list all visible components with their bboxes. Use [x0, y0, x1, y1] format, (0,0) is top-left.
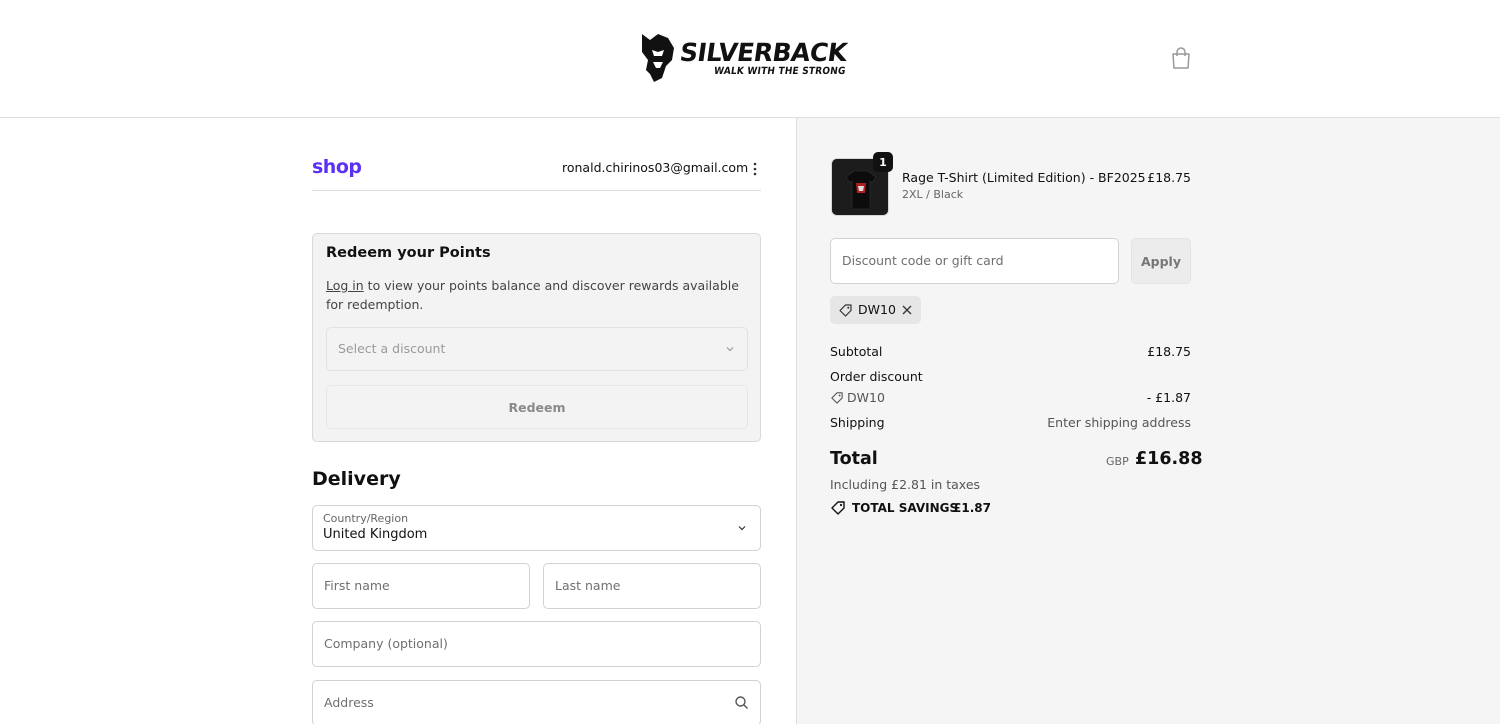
subtotal-value: £18.75 [1147, 344, 1191, 359]
site-header: SILVERBACK WALK WITH THE STRONG [0, 0, 1500, 118]
product-variant: 2XL / Black [902, 188, 964, 201]
discount-code-input[interactable]: Discount code or gift card [830, 238, 1119, 284]
shop-pay-logo: shop [312, 156, 362, 178]
address-field[interactable]: Address [312, 680, 761, 724]
last-name-field[interactable]: Last name [543, 563, 761, 609]
total-savings-value: £1.87 [953, 501, 991, 515]
redeem-button[interactable]: Redeem [326, 385, 748, 429]
discount-select[interactable]: Select a discount [326, 327, 748, 371]
subtotal-label: Subtotal [830, 344, 883, 359]
redeem-points-card: Redeem your Points Log in to view your p… [312, 233, 761, 442]
savings-tag-icon [831, 501, 845, 515]
order-discount-label: Order discount [830, 369, 923, 384]
shipping-value: Enter shipping address [1047, 415, 1191, 430]
country-label: Country/Region [323, 512, 409, 525]
total-value: £16.88 [1135, 449, 1203, 469]
brand-logo[interactable]: SILVERBACK WALK WITH THE STRONG [638, 28, 864, 88]
login-link[interactable]: Log in [326, 278, 364, 293]
brand-name: SILVERBACK [678, 37, 849, 67]
gorilla-logo-icon [642, 34, 674, 82]
discount-value: - £1.87 [1146, 390, 1191, 405]
tax-note: Including £2.81 in taxes [830, 477, 981, 492]
close-icon[interactable] [901, 304, 913, 316]
applied-code-chip: DW10 [830, 296, 921, 324]
company-field[interactable]: Company (optional) [312, 621, 761, 667]
apply-button[interactable]: Apply [1131, 238, 1191, 284]
quantity-badge: 1 [873, 152, 893, 172]
points-description: Log in to view your points balance and d… [326, 276, 741, 314]
total-currency: GBP [1106, 455, 1129, 468]
divider [312, 190, 761, 191]
delivery-heading: Delivery [312, 468, 401, 490]
last-name-placeholder: Last name [555, 578, 621, 593]
shopping-bag-icon[interactable] [1170, 46, 1192, 70]
product-name: Rage T-Shirt (Limited Edition) - BF2025 [902, 170, 1146, 185]
total-savings-label: TOTAL SAVINGS [852, 501, 959, 515]
total-label: Total [830, 449, 878, 469]
company-placeholder: Company (optional) [324, 636, 448, 651]
chevron-down-icon [726, 347, 734, 352]
points-title: Redeem your Points [326, 245, 491, 261]
points-description-text: to view your points balance and discover… [326, 278, 739, 312]
search-icon[interactable] [734, 695, 749, 710]
first-name-field[interactable]: First name [312, 563, 530, 609]
applied-code-label: DW10 [858, 302, 896, 317]
country-select[interactable]: Country/Region United Kingdom [312, 505, 761, 551]
address-placeholder: Address [324, 695, 374, 710]
brand-wordmark: SILVERBACK WALK WITH THE STRONG [678, 37, 849, 77]
more-vertical-icon[interactable] [749, 160, 761, 178]
first-name-placeholder: First name [324, 578, 390, 593]
product-price: £18.75 [1147, 170, 1191, 185]
brand-tagline: WALK WITH THE STRONG [713, 65, 847, 77]
discount-code-label: DW10 [847, 390, 885, 405]
chevron-down-icon [738, 526, 746, 531]
discount-code-placeholder: Discount code or gift card [842, 253, 1004, 268]
discount-select-placeholder: Select a discount [338, 341, 446, 356]
tag-icon [831, 392, 843, 404]
shipping-label: Shipping [830, 415, 885, 430]
tag-icon [839, 304, 852, 317]
account-email: ronald.chirinos03@gmail.com [562, 160, 749, 175]
country-value: United Kingdom [323, 527, 428, 542]
